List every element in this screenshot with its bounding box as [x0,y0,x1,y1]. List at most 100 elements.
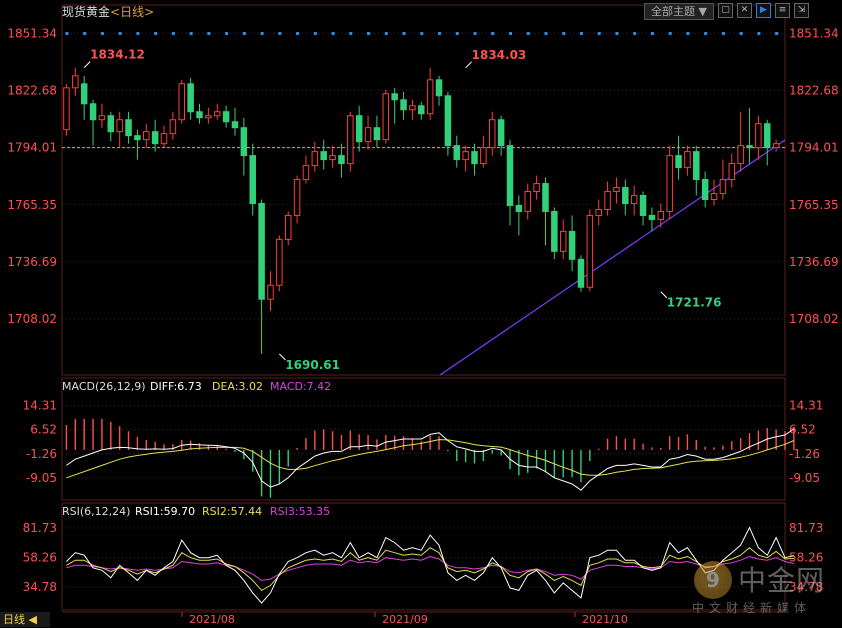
event-dot [154,32,158,35]
candle-body [471,151,478,165]
theme-label: 全部主题 [651,5,695,18]
candle-body [293,179,301,216]
event-dot [686,32,690,35]
event-dot [562,32,566,35]
candle-body [772,143,780,149]
event-dot [721,32,725,35]
rsi1-line [66,526,795,604]
candle-body [755,123,762,149]
candle-body [400,99,407,111]
event-dot [704,32,708,35]
candle-body [258,202,265,300]
price-tick-left: 1708.02 [7,312,57,326]
candle-body [764,123,771,149]
event-dot [136,32,140,35]
candle-body [693,151,700,181]
event-dot [455,32,459,35]
event-dot [100,32,104,35]
candle-body [639,195,647,216]
candle-body [89,103,97,121]
price-tick-left: 1794.01 [7,141,57,155]
event-dot [207,32,211,35]
candle-body [701,179,709,200]
candle-body [355,115,363,143]
rsi1-label: RSI1:59.70 [135,505,195,518]
price-tick-right: 1708.02 [789,312,839,326]
list-icon[interactable]: ≡ [774,3,790,18]
candle-body [151,131,159,145]
event-dot [757,32,761,35]
rsi-title: RSI(6,12,24) [62,505,130,518]
candle-body [418,105,425,115]
event-dot [83,32,87,35]
price-tick-right: 1851.34 [789,26,839,40]
rsi-tick-left: 58.26 [23,550,57,564]
candle-body [284,214,292,240]
event-dot [331,32,335,35]
candle-body [533,183,540,193]
candle-body [160,133,168,145]
candle-body [648,214,656,220]
annotation-leader [465,61,472,69]
annotation-high-label: 1834.03 [472,48,527,62]
candle-body [559,230,567,252]
watermark-logo-icon: 9 [694,561,732,599]
candle-body [746,145,753,149]
candle-body [444,95,452,147]
candle-body [551,210,558,252]
event-dot [296,32,300,35]
event-dot [597,32,601,35]
rsi2-label: RSI2:57.44 [202,505,262,518]
rsi-tick-left: 81.73 [23,521,57,535]
candle-body [125,119,132,137]
candle-body [196,111,203,119]
theme-dropdown[interactable]: 全部主题 ▼ [644,3,714,20]
event-dot [526,32,530,35]
x-axis-label: 2021/08 [189,613,235,626]
event-dot [420,32,424,35]
event-dot [739,32,743,35]
candle-body [577,258,585,288]
period-tab[interactable]: 日线 ◀ [0,612,50,627]
candle-body [338,155,345,165]
panel-frame-2 [61,502,786,611]
candle-body [684,151,691,169]
x-axis-label: 2021/10 [582,613,628,626]
candle-body [675,155,682,169]
candle-body [409,105,416,111]
event-dot [579,32,583,35]
cross-icon[interactable]: ✕ [736,3,752,18]
candle-body [187,83,194,113]
candle-body [426,79,434,115]
event-dot [242,32,246,35]
event-dot [349,32,353,35]
macd-tick-right: -9.05 [789,471,820,485]
rsi-tick-left: 34.78 [23,580,57,594]
chart-header: 现货黄金<日线> [62,4,154,19]
arrow-right-icon[interactable]: ▶ [755,3,771,18]
candle-body [595,208,602,216]
candle-body [515,204,523,212]
candle-body [311,151,319,167]
event-dot [189,32,193,35]
annotation-low-label: 1721.76 [667,296,722,310]
chart-canvas[interactable]: 1851.34 1851.34 1822.68 1822.68 1794.01 1794.… [0,0,842,628]
candle-body [72,75,79,89]
macd-diff-label: DIFF:6.73 [150,380,202,393]
candle-body [80,83,88,105]
macd-tick-left: 14.31 [23,398,57,412]
window-icon[interactable]: ▢ [717,3,733,18]
macd-dea-label: DEA:3.02 [212,380,263,393]
event-dot [118,32,122,35]
chart-toolbar: 全部主题 ▼ ▢ ✕ ▶ ≡ ⇲ [644,3,809,20]
watermark-subtitle: 中文财经新媒体 [692,601,812,615]
candle-body [737,145,744,165]
resize-icon[interactable]: ⇲ [793,3,809,18]
candle-body [630,195,638,204]
event-dot [438,32,442,35]
watermark: 9 中金网 中文财经新媒体 [690,555,830,620]
event-dot [65,32,69,35]
candle-body [178,83,186,121]
candle-body [320,151,327,161]
event-dot [491,32,495,35]
